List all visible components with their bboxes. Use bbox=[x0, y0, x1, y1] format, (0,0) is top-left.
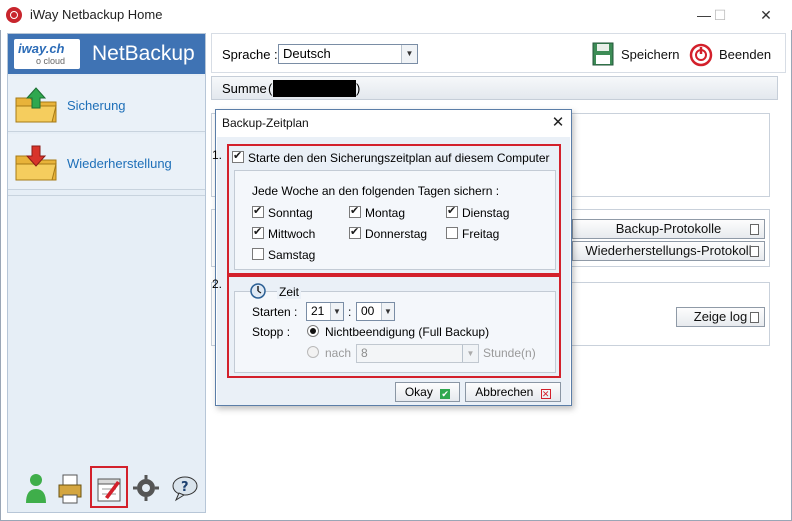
backup-folder-icon bbox=[15, 87, 57, 123]
start-minute-select[interactable]: 00 ▼ bbox=[356, 302, 395, 321]
time-section-label: Zeit bbox=[277, 285, 302, 299]
backup-log-label: Backup-Protokolle bbox=[615, 221, 722, 236]
app-icon bbox=[6, 7, 22, 23]
cancel-button[interactable]: Abbrechen ✕ bbox=[465, 382, 561, 402]
day-checkbox-dienstag[interactable] bbox=[446, 204, 458, 218]
enable-schedule-checkbox[interactable] bbox=[232, 149, 244, 163]
maximize-button[interactable]: ☐ bbox=[705, 4, 735, 26]
stop-hours-select[interactable]: 8 ▼ bbox=[356, 344, 479, 363]
quit-button[interactable]: Beenden bbox=[719, 47, 771, 62]
stop-label: Stopp : bbox=[252, 325, 291, 339]
step-1-marker: 1. bbox=[212, 148, 223, 162]
restore-log-label: Wiederherstellungs-Protokoll bbox=[585, 243, 752, 258]
language-value: Deutsch bbox=[283, 46, 331, 61]
logo-text: iway.ch bbox=[18, 41, 65, 56]
iway-logo: iway.ch o cloud bbox=[14, 39, 80, 69]
clock-icon bbox=[250, 283, 266, 299]
stop-after-radio[interactable] bbox=[307, 346, 319, 358]
save-disk-icon[interactable] bbox=[592, 42, 614, 66]
backup-log-button[interactable]: Backup-Protokolle bbox=[572, 219, 765, 239]
save-button[interactable]: Speichern bbox=[621, 47, 680, 62]
printer-icon[interactable] bbox=[56, 471, 84, 505]
day-checkbox-sonntag[interactable] bbox=[252, 204, 264, 218]
title-bar: iWay Netbackup Home — ☐ ✕ bbox=[0, 0, 792, 30]
enable-schedule-label: Starte den den Sicherungszeitplan auf di… bbox=[248, 151, 550, 165]
time-separator: : bbox=[348, 305, 352, 319]
start-hour-select[interactable]: 21 ▼ bbox=[306, 302, 344, 321]
svg-text:?: ? bbox=[181, 480, 189, 495]
chevron-down-icon: ▼ bbox=[330, 303, 343, 320]
restore-folder-icon bbox=[15, 145, 57, 181]
day-label: Donnerstag bbox=[365, 227, 428, 241]
redacted-summary-value bbox=[273, 80, 356, 97]
cancel-x-icon: ✕ bbox=[540, 389, 551, 399]
day-label: Samstag bbox=[268, 248, 316, 262]
brand-title: NetBackup bbox=[92, 42, 195, 65]
chevron-down-icon: ▼ bbox=[401, 45, 417, 63]
day-checkbox-donnerstag[interactable] bbox=[349, 225, 361, 239]
day-label: Montag bbox=[365, 206, 406, 220]
sidebar-item-label: Sicherung bbox=[67, 98, 126, 113]
weekly-label: Jede Woche an den folgenden Tagen sicher… bbox=[252, 184, 500, 198]
summary-open-paren: ( bbox=[268, 81, 273, 96]
day-checkbox-mittwoch[interactable] bbox=[252, 225, 264, 239]
stop-hours-value: 8 bbox=[361, 346, 368, 360]
document-icon bbox=[750, 246, 759, 257]
logo-subtext: o cloud bbox=[36, 56, 66, 66]
show-log-label: Zeige log bbox=[693, 309, 748, 324]
show-log-button[interactable]: Zeige log bbox=[676, 307, 765, 327]
stop-after-label: nach bbox=[325, 346, 352, 360]
dialog-title: Backup-Zeitplan bbox=[222, 116, 309, 130]
summary-close-paren: ) bbox=[356, 81, 361, 96]
stop-no-end-label: Nichtbeendigung (Full Backup) bbox=[325, 325, 490, 339]
day-label: Dienstag bbox=[462, 206, 510, 220]
chevron-down-icon: ▼ bbox=[462, 345, 478, 362]
okay-button[interactable]: Okay ✔ bbox=[395, 382, 460, 402]
stop-hours-unit: Stunde(n) bbox=[483, 346, 536, 360]
sidebar-item-wiederherstellung[interactable]: Wiederherstellung bbox=[8, 134, 205, 190]
document-icon bbox=[750, 312, 759, 323]
power-quit-icon[interactable] bbox=[689, 43, 713, 67]
user-icon[interactable] bbox=[22, 471, 50, 505]
sidebar-item-label: Wiederherstellung bbox=[67, 156, 172, 171]
checkmark-icon: ✔ bbox=[440, 389, 451, 399]
chevron-down-icon: ▼ bbox=[381, 303, 394, 320]
document-icon bbox=[750, 224, 759, 235]
sidebar-item-sicherung[interactable]: Sicherung bbox=[8, 76, 205, 132]
day-label: Mittwoch bbox=[268, 227, 316, 241]
start-label: Starten : bbox=[252, 305, 298, 319]
okay-label: Okay bbox=[404, 385, 433, 399]
day-checkbox-samstag[interactable] bbox=[252, 248, 264, 260]
language-select[interactable]: Deutsch ▼ bbox=[278, 44, 418, 64]
brand-header: iway.ch o cloud NetBackup bbox=[8, 34, 205, 74]
day-checkbox-freitag[interactable] bbox=[446, 227, 458, 239]
summary-label: Summe bbox=[222, 81, 267, 96]
gear-icon[interactable] bbox=[132, 471, 160, 505]
schedule-calendar-icon[interactable] bbox=[95, 471, 123, 505]
sidebar-empty-area bbox=[8, 195, 205, 512]
day-label: Sonntag bbox=[268, 206, 313, 220]
day-checkbox-montag[interactable] bbox=[349, 204, 361, 218]
restore-log-button[interactable]: Wiederherstellungs-Protokoll bbox=[572, 241, 765, 261]
window-title: iWay Netbackup Home bbox=[30, 7, 163, 22]
stop-no-end-radio[interactable] bbox=[307, 325, 319, 337]
language-label: Sprache : bbox=[222, 47, 278, 62]
day-label: Freitag bbox=[462, 227, 500, 241]
start-hour-value: 21 bbox=[311, 304, 325, 318]
cancel-label: Abbrechen bbox=[475, 385, 534, 399]
dialog-close-button[interactable]: ✕ bbox=[548, 113, 568, 133]
step-2-marker: 2. bbox=[212, 277, 223, 291]
help-icon[interactable]: ? bbox=[171, 471, 199, 505]
start-minute-value: 00 bbox=[361, 304, 375, 318]
close-window-button[interactable]: ✕ bbox=[751, 4, 781, 26]
